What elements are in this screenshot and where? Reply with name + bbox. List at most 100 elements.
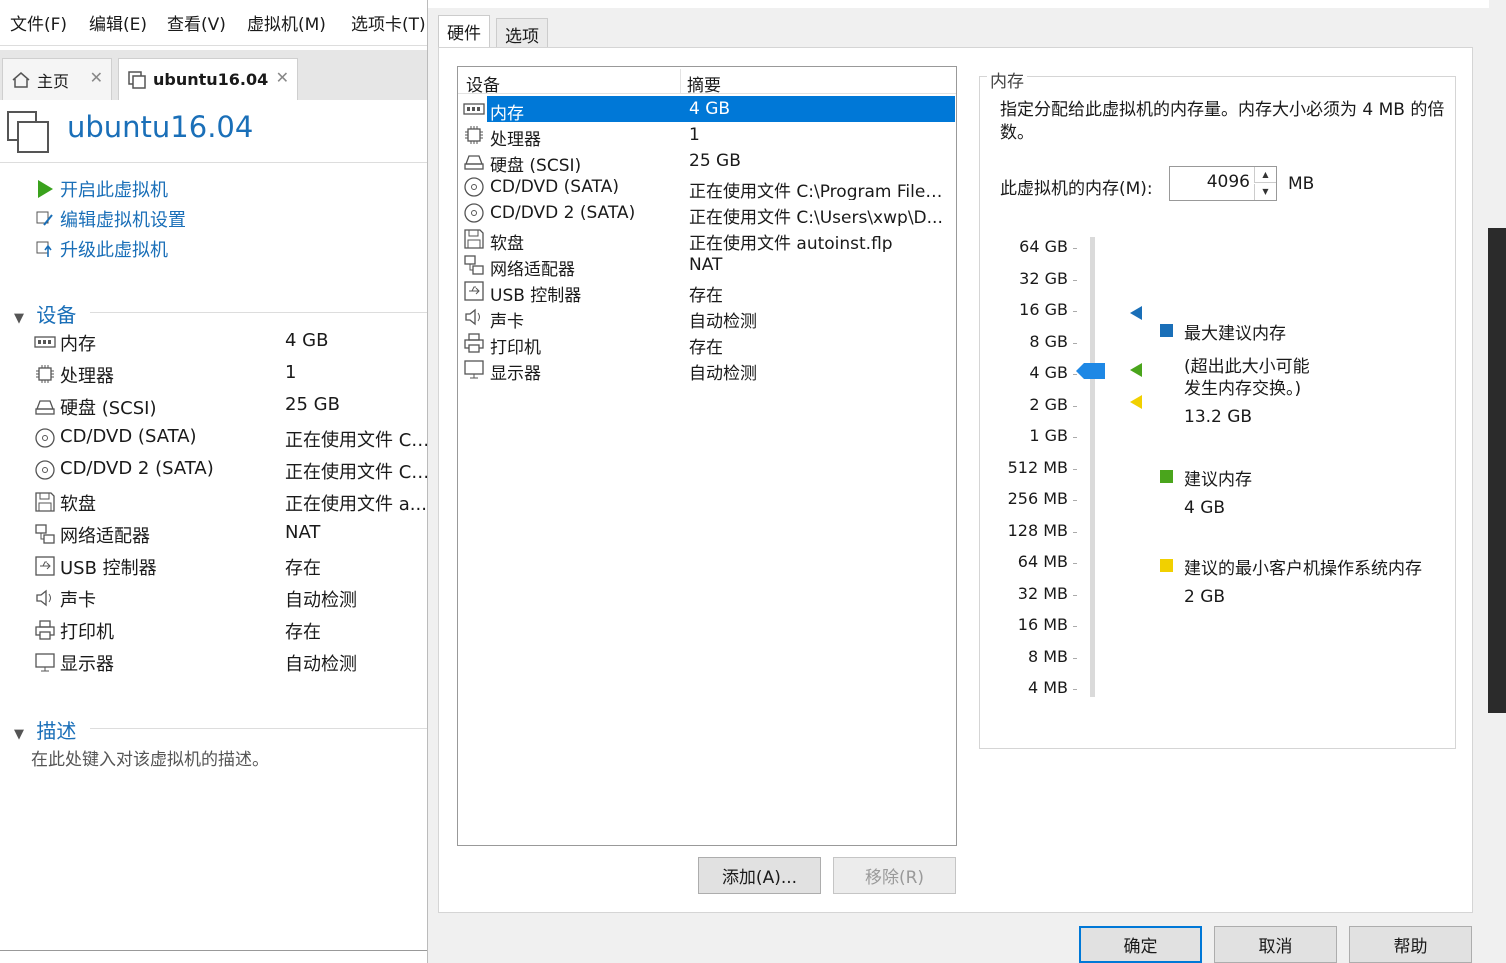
memory-input[interactable]: 4096: [1170, 167, 1256, 200]
remove-button[interactable]: 移除(R): [833, 857, 956, 894]
scale-tick-mark: [1073, 500, 1077, 501]
max-recommended-swatch: [1160, 324, 1173, 337]
devices-section-header[interactable]: ▼ 设备: [14, 299, 76, 328]
hardware-list-row[interactable]: 软盘 正在使用文件 autoinst.flp: [461, 226, 955, 254]
device-row[interactable]: CD/DVD 2 (SATA) 正在使用文件 C:...: [34, 457, 430, 487]
spin-up-icon[interactable]: ▲: [1254, 167, 1276, 183]
cd-icon: [463, 202, 485, 224]
device-value: 自动检测: [285, 590, 357, 611]
scale-tick-mark: [1073, 563, 1077, 564]
hardware-list-row[interactable]: 显示器 自动检测: [461, 356, 955, 384]
device-row[interactable]: 硬盘 (SCSI) 25 GB: [34, 393, 430, 423]
description-placeholder[interactable]: 在此处键入对该虚拟机的描述。: [31, 745, 269, 770]
harddisk-icon: [463, 150, 485, 172]
vm-icon: [128, 70, 146, 89]
menu-view[interactable]: 查看(V): [167, 10, 226, 35]
hardware-name: USB 控制器: [490, 286, 582, 306]
hardware-list-row[interactable]: 打印机 存在: [461, 330, 955, 358]
processor-icon: [34, 363, 56, 385]
edit-settings-label: 编辑虚拟机设置: [60, 210, 186, 231]
tab-ubuntu[interactable]: ubuntu16.04 ✕: [118, 58, 298, 100]
hardware-list-row[interactable]: CD/DVD (SATA) 正在使用文件 C:\Program Files...: [461, 174, 955, 200]
menu-edit[interactable]: 编辑(E): [89, 10, 147, 35]
upgrade-icon: [36, 241, 52, 257]
scale-tick-label: 16 MB: [1017, 615, 1068, 634]
scale-tick-label: 16 GB: [1019, 300, 1068, 319]
cancel-button[interactable]: 取消: [1214, 926, 1337, 963]
device-value: 自动检测: [285, 654, 357, 675]
vmware-main-window: 文件(F) 编辑(E) 查看(V) 虚拟机(M) 选项卡(T) 主页 ✕ ubu…: [0, 0, 430, 963]
close-icon[interactable]: ✕: [276, 68, 289, 87]
device-value: NAT: [285, 522, 321, 543]
min-recommended-value: 2 GB: [1184, 587, 1226, 607]
upgrade-vm-link[interactable]: 升级此虚拟机: [36, 236, 168, 262]
device-row[interactable]: USB 控制器 存在: [34, 553, 430, 583]
description-section-header[interactable]: ▼ 描述: [14, 715, 76, 744]
hardware-summary: NAT: [689, 255, 723, 275]
device-value: 正在使用文件 C:...: [285, 462, 430, 483]
play-icon: [38, 180, 53, 198]
hardware-list-row[interactable]: 内存 4 GB: [461, 96, 955, 124]
scale-tick-label: 4 GB: [1029, 363, 1068, 382]
menu-vm[interactable]: 虚拟机(M): [247, 10, 326, 35]
hardware-name: 硬盘 (SCSI): [490, 156, 582, 176]
edit-settings-link[interactable]: 编辑虚拟机设置: [36, 206, 186, 232]
tab-home[interactable]: 主页 ✕: [2, 58, 112, 100]
device-row[interactable]: 内存 4 GB: [34, 329, 430, 359]
hardware-list-row[interactable]: 声卡 自动检测: [461, 304, 955, 332]
hardware-summary: 正在使用文件 C:\Program Files...: [689, 182, 951, 200]
device-row[interactable]: 网络适配器 NAT: [34, 521, 430, 551]
device-row[interactable]: 声卡 自动检测: [34, 585, 430, 615]
help-button[interactable]: 帮助: [1349, 926, 1472, 963]
device-row[interactable]: 打印机 存在: [34, 617, 430, 647]
memory-spinbox[interactable]: 4096 ▲ ▼: [1169, 166, 1277, 201]
hardware-list-row[interactable]: 处理器 1: [461, 122, 955, 150]
floppy-icon: [463, 228, 485, 250]
column-device[interactable]: 设备: [466, 71, 500, 96]
add-button[interactable]: 添加(A)...: [698, 857, 821, 894]
device-row[interactable]: 软盘 正在使用文件 a...: [34, 489, 430, 519]
memory-slider-track[interactable]: [1090, 237, 1095, 697]
hardware-panel: 设备 摘要 内存 4 GB 处理器 1 硬盘 (SCSI) 25 GB CD/DVD (SA…: [438, 47, 1473, 913]
device-name: 硬盘 (SCSI): [60, 398, 157, 419]
scale-tick-mark: [1073, 437, 1077, 438]
hardware-list-row[interactable]: CD/DVD 2 (SATA) 正在使用文件 C:\Users\xwp\D...: [461, 200, 955, 226]
menu-file[interactable]: 文件(F): [10, 10, 67, 35]
printer-icon: [34, 619, 56, 641]
hardware-summary: 1: [689, 125, 700, 145]
tab-hardware[interactable]: 硬件: [438, 15, 490, 48]
scale-tick-label: 32 MB: [1017, 583, 1068, 603]
max-recommended-value: 13.2 GB: [1184, 407, 1253, 427]
tab-home-label: 主页: [37, 71, 70, 91]
usb-icon: [34, 555, 56, 577]
hardware-summary: 自动检测: [689, 364, 757, 382]
hardware-list-row[interactable]: 网络适配器 NAT: [461, 252, 955, 280]
scale-tick-mark: [1073, 311, 1077, 312]
hardware-summary: 4 GB: [683, 96, 955, 122]
device-row[interactable]: 显示器 自动检测: [34, 649, 430, 679]
hardware-device-list[interactable]: 设备 摘要 内存 4 GB 处理器 1 硬盘 (SCSI) 25 GB CD/DVD (SA…: [457, 66, 957, 846]
hardware-list-row[interactable]: 硬盘 (SCSI) 25 GB: [461, 148, 955, 176]
hardware-summary: 自动检测: [689, 312, 757, 330]
ok-button[interactable]: 确定: [1079, 926, 1202, 963]
close-icon[interactable]: ✕: [90, 68, 103, 87]
scale-tick-mark: [1073, 531, 1077, 533]
device-name: USB 控制器: [60, 558, 157, 579]
spin-down-icon[interactable]: ▼: [1254, 184, 1276, 200]
vm-settings-dialog: 硬件 选项 设备 摘要 内存 4 GB 处理器 1 硬盘 (SCSI) 25 GB CD/D…: [427, 0, 1489, 963]
menu-tabs[interactable]: 选项卡(T): [351, 10, 426, 35]
device-value: 正在使用文件 a...: [285, 494, 427, 515]
tab-options[interactable]: 选项: [496, 18, 548, 48]
device-name: 显示器: [60, 654, 114, 675]
column-summary[interactable]: 摘要: [687, 71, 721, 96]
device-row[interactable]: 处理器 1: [34, 361, 430, 391]
scale-tick-label: 8 MB: [1027, 646, 1068, 666]
scale-tick-mark: [1073, 657, 1077, 659]
scale-tick-mark: [1073, 405, 1077, 407]
memory-slider-thumb[interactable]: [1076, 363, 1106, 379]
hardware-list-row[interactable]: USB 控制器 存在: [461, 278, 955, 306]
device-row[interactable]: CD/DVD (SATA) 正在使用文件 C:...: [34, 425, 430, 455]
recommended-value: 4 GB: [1184, 498, 1226, 518]
power-on-link[interactable]: 开启此虚拟机: [36, 176, 168, 202]
scale-tick-mark: [1073, 248, 1077, 249]
